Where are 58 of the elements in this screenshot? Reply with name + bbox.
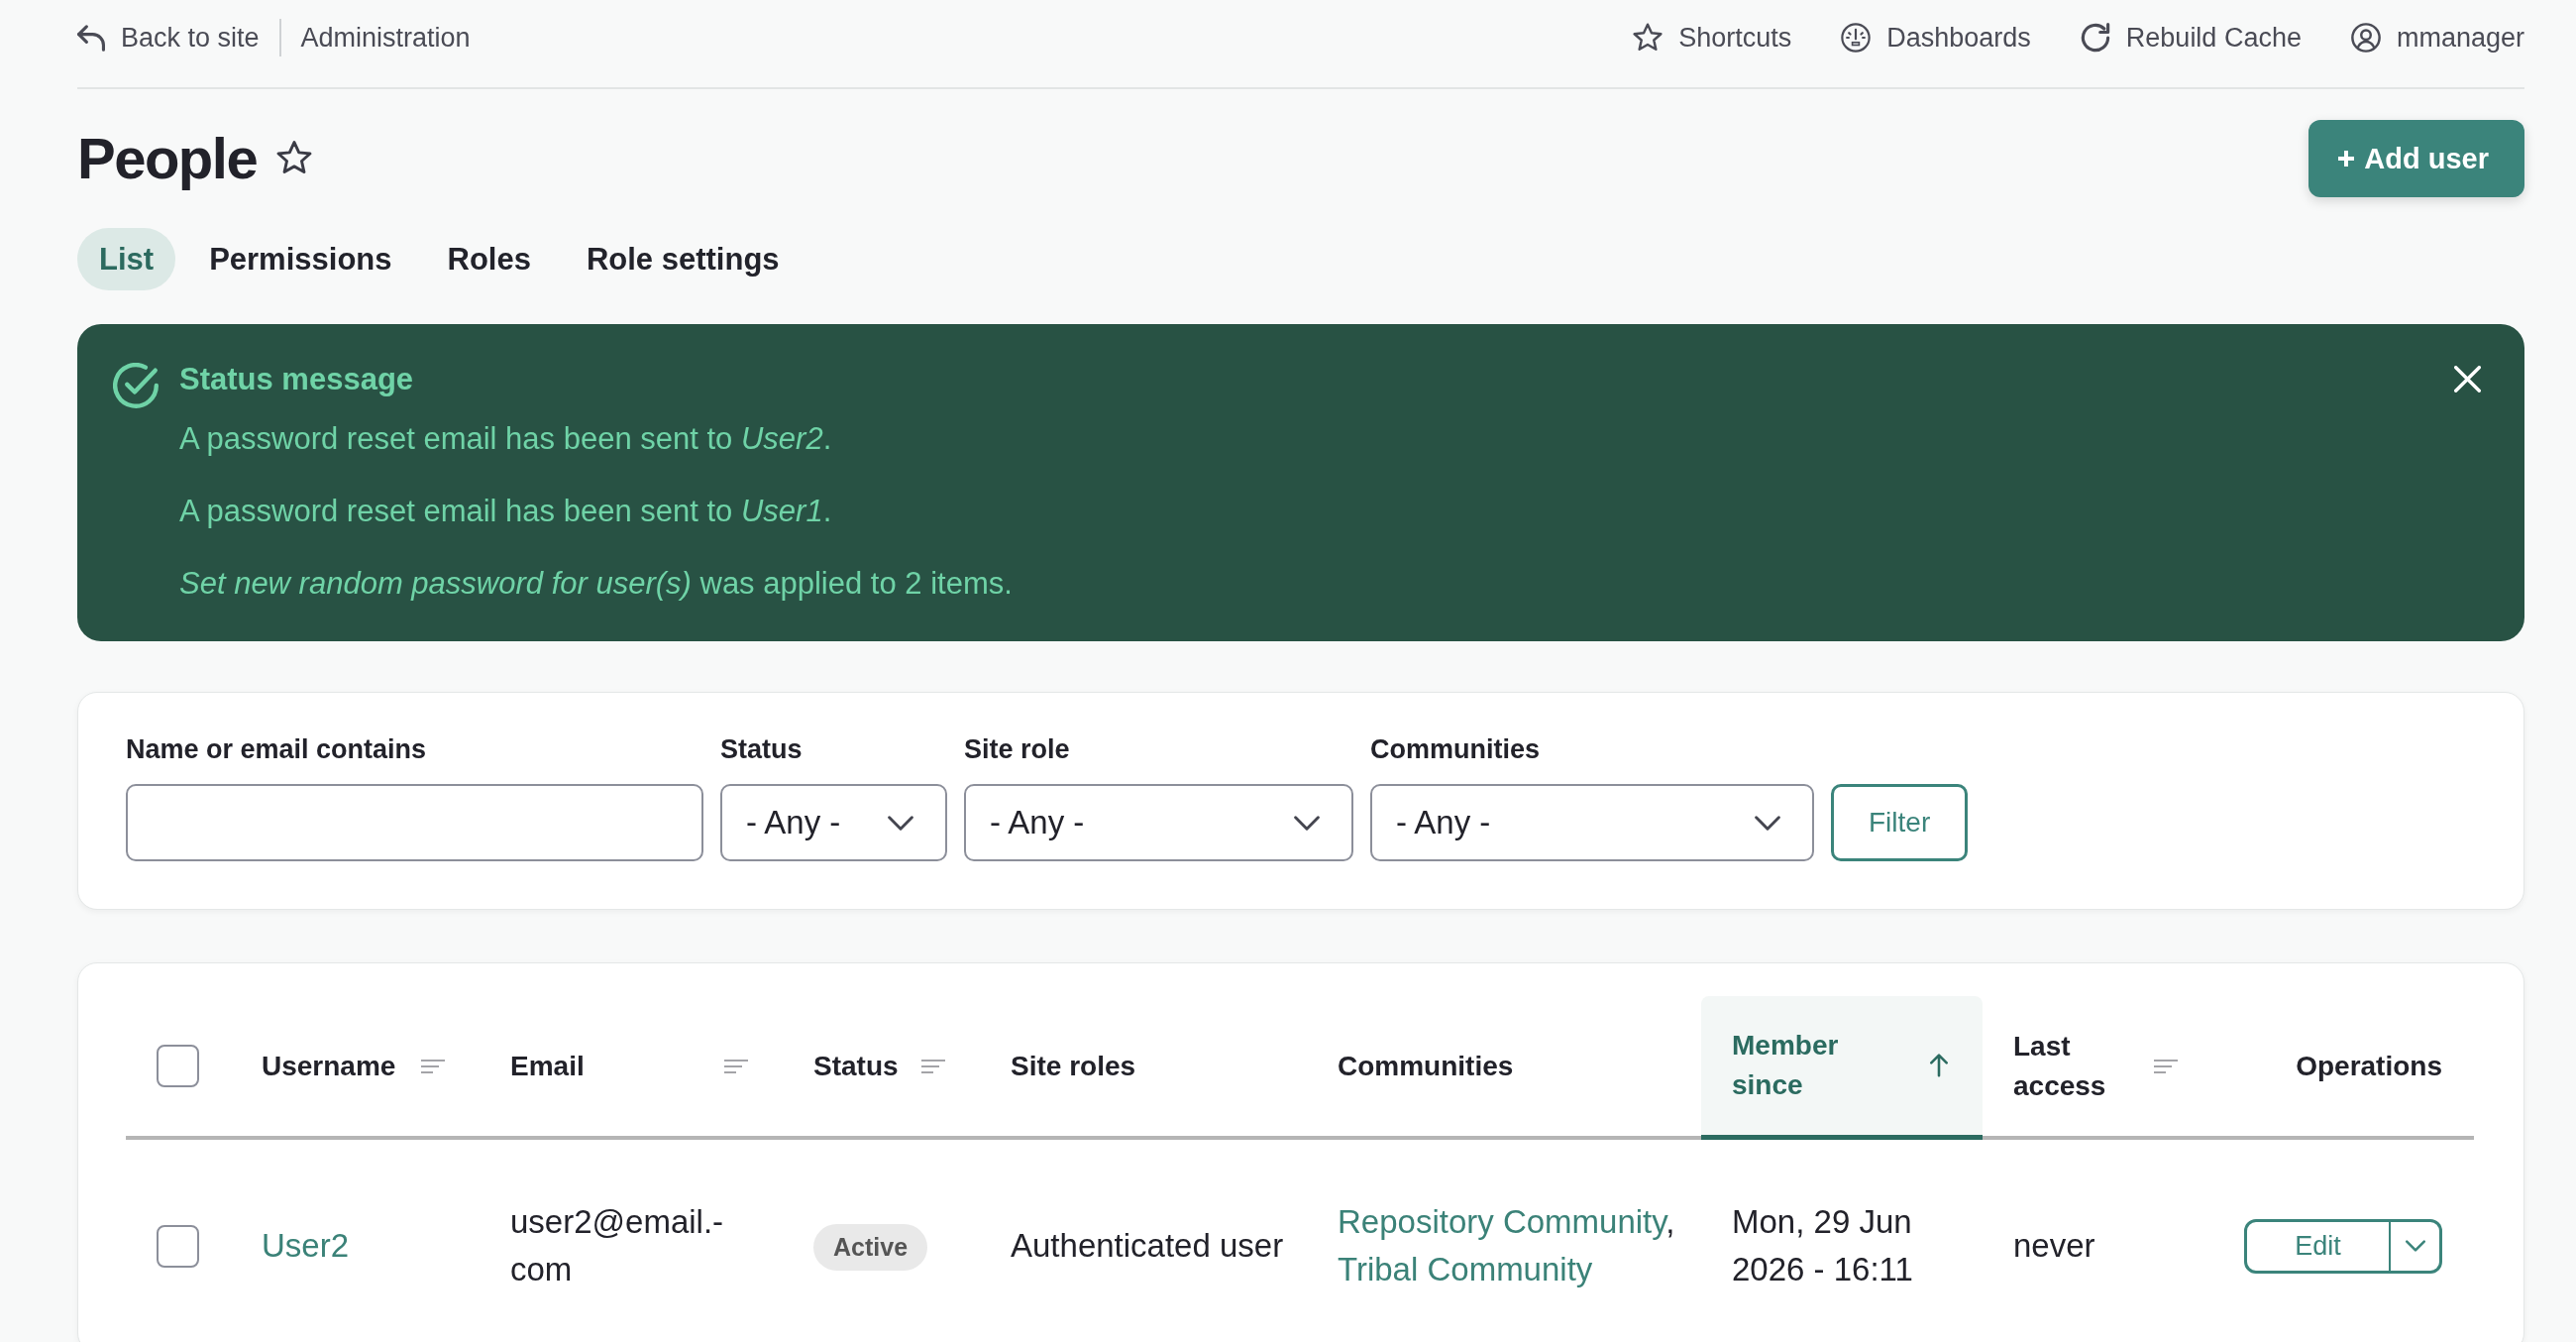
separator-text: ,: [1665, 1203, 1675, 1240]
select-all-checkbox[interactable]: [157, 1045, 199, 1087]
status-text: Set new random password for user(s) was applied to 2 items.: [179, 565, 1014, 603]
sort-link[interactable]: Last access: [2013, 1026, 2178, 1106]
chevron-down-icon: [2405, 1240, 2425, 1252]
status-badge: Active: [813, 1224, 928, 1271]
user-profile-link[interactable]: User2: [262, 1227, 350, 1264]
community-link[interactable]: Tribal Community: [1338, 1251, 1593, 1287]
select-dropdown[interactable]: - Any -: [964, 784, 1353, 861]
status-title: Status message: [179, 361, 415, 398]
tab[interactable]: List: [77, 228, 176, 290]
toolbar-link[interactable]: Rebuild Cache: [2080, 22, 2302, 54]
field-label: Site role: [964, 733, 1071, 766]
toolbar-link[interactable]: Dashboards: [1841, 22, 2031, 54]
sort-link[interactable]: Email: [510, 1046, 748, 1086]
toolbar-link[interactable]: mmanager: [2350, 22, 2524, 54]
sort-link[interactable]: Username: [262, 1046, 445, 1086]
star-icon: [1633, 23, 1664, 53]
return-arrow-icon: [77, 24, 105, 52]
status-text: A password reset email has been sent to User1.: [179, 493, 833, 530]
page-title: People: [77, 127, 258, 190]
chevron-down-icon: [888, 815, 913, 831]
add-user-button[interactable]: Add user: [2308, 120, 2524, 197]
user-circle-icon: [2350, 23, 2381, 53]
refresh-icon: [2080, 23, 2110, 53]
tab[interactable]: Role settings: [564, 228, 802, 290]
table-cell: Mon, 29 Jun 2026 - 16:11: [1732, 1203, 1913, 1287]
field-label: Status: [720, 733, 804, 766]
select-dropdown[interactable]: - Any -: [720, 784, 947, 861]
table-cell: Authenticated user: [1011, 1227, 1284, 1264]
chevron-down-icon: [1294, 815, 1320, 831]
close-icon: [2454, 366, 2481, 392]
tab[interactable]: Permissions: [187, 228, 414, 290]
toolbar-link[interactable]: Shortcuts: [1633, 22, 1792, 54]
filter-button[interactable]: Filter: [1831, 784, 1969, 861]
column-header: Operations: [2296, 1050, 2442, 1081]
table-cell: never: [2013, 1227, 2095, 1264]
text-input[interactable]: [126, 784, 703, 861]
row-checkbox[interactable]: [157, 1224, 199, 1268]
status-text: A password reset email has been sent to User2.: [179, 420, 833, 458]
tab[interactable]: Roles: [425, 228, 553, 290]
gauge-icon: [1841, 23, 1872, 53]
community-link[interactable]: Repository Community: [1338, 1203, 1666, 1240]
table-cell: user2@email.- com: [510, 1203, 724, 1287]
select-dropdown[interactable]: - Any -: [1370, 784, 1814, 861]
field-label: Communities: [1370, 733, 1542, 766]
column-header: Communities: [1338, 1050, 1514, 1081]
star-icon[interactable]: [276, 141, 313, 176]
operations-toggle-button[interactable]: [2391, 1218, 2442, 1274]
chevron-down-icon: [1755, 815, 1780, 831]
back-link[interactable]: Back to site: [77, 22, 260, 54]
section-title: Administration: [300, 22, 471, 54]
field-label: Name or email contains: [126, 733, 428, 766]
check-circle-icon: [113, 363, 159, 408]
sort-link[interactable]: Status: [813, 1046, 945, 1086]
plus-icon: [2338, 151, 2355, 167]
column-header: Site roles: [1011, 1050, 1136, 1081]
close-button[interactable]: [2454, 366, 2481, 392]
